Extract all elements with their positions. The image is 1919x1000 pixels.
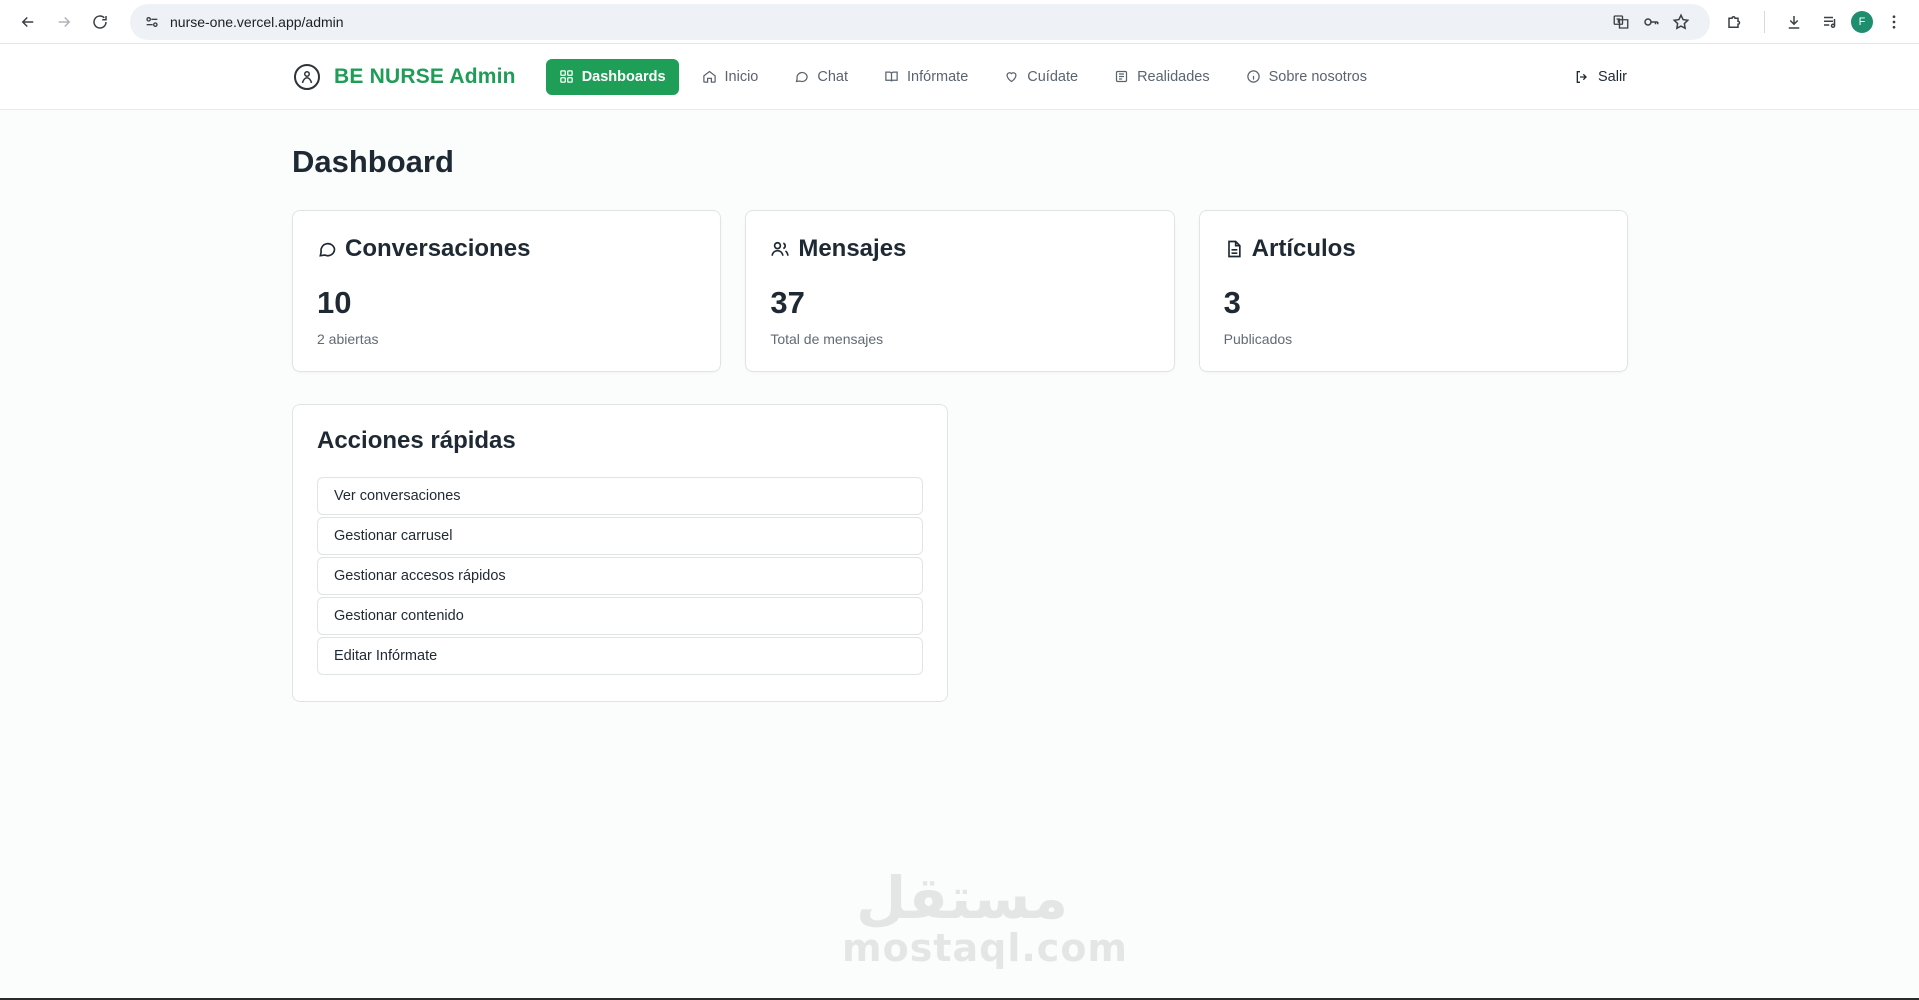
nav-item-label: Chat [817, 68, 849, 85]
newspaper-icon [1115, 70, 1128, 83]
arrow-left-icon [21, 16, 34, 27]
stat-title: Artículos [1251, 235, 1356, 262]
main-content: Dashboard Conversaciones 10 2 abiertas M… [0, 110, 1630, 702]
nav-item-dashboards[interactable]: Dashboards [545, 58, 679, 95]
chat-icon [796, 71, 809, 83]
reload-icon [93, 14, 107, 29]
stat-value: 37 [770, 285, 805, 320]
chat-icon [319, 242, 336, 257]
logout-icon [1576, 70, 1587, 83]
stat-subtitle: Publicados [1223, 331, 1293, 347]
reload-button[interactable] [82, 4, 118, 40]
browser-toolbar: nurse-one.vercel.app/admin F [0, 0, 1919, 44]
nurse-logo-icon [294, 63, 320, 90]
more-vertical-icon [1892, 14, 1896, 29]
url-text[interactable]: nurse-one.vercel.app/admin [170, 14, 344, 30]
address-bar[interactable]: nurse-one.vercel.app/admin [130, 3, 1710, 40]
nav-item-label: Inicio [724, 68, 759, 85]
stat-value: 3 [1223, 285, 1241, 320]
arrow-right-icon [58, 16, 71, 27]
app-header: BE NURSE Admin Dashboards Inicio Chat In… [0, 44, 1919, 110]
quick-action-ver-conversaciones[interactable]: Ver conversaciones [317, 477, 923, 515]
downloads-button[interactable] [1779, 7, 1809, 37]
nav-item-inicio[interactable]: Inicio [689, 59, 772, 95]
users-icon [771, 241, 790, 256]
quick-actions-card: Acciones rápidas Ver conversaciones Gest… [292, 404, 948, 702]
puzzle-icon [1728, 15, 1741, 28]
stat-card-conversaciones: Conversaciones 10 2 abiertas [292, 210, 722, 372]
back-button[interactable] [10, 4, 46, 40]
quick-actions-title: Acciones rápidas [317, 427, 516, 454]
nav-item-label: Realidades [1137, 68, 1210, 85]
nav-item-label: Dashboards [581, 68, 666, 85]
quick-action-gestionar-carrusel[interactable]: Gestionar carrusel [317, 517, 923, 555]
forward-button[interactable] [46, 4, 82, 40]
stat-title: Conversaciones [345, 235, 531, 262]
stats-row: Conversaciones 10 2 abiertas Mensajes 37… [292, 210, 1628, 372]
menu-button[interactable] [1879, 7, 1909, 37]
key-icon [1644, 17, 1659, 26]
quick-action-gestionar-contenido[interactable]: Gestionar contenido [317, 597, 923, 635]
page-title: Dashboard [292, 144, 454, 179]
playlist-icon [1824, 16, 1836, 28]
toolbar-divider [1764, 10, 1765, 33]
translate-button[interactable] [1606, 7, 1636, 37]
heart-icon [1006, 72, 1017, 83]
nav-item-sobre-nosotros[interactable]: Sobre nosotros [1233, 59, 1380, 95]
nav-item-cuidate[interactable]: Cuídate [991, 59, 1091, 95]
document-icon [1227, 240, 1241, 258]
watermark: مستقل mostaql.com [842, 864, 1129, 970]
quick-action-gestionar-accesos[interactable]: Gestionar accesos rápidos [317, 557, 923, 595]
site-settings-icon[interactable] [144, 14, 160, 30]
bookmark-button[interactable] [1666, 7, 1696, 37]
watermark-arabic: مستقل [855, 864, 1069, 932]
media-button[interactable] [1815, 7, 1845, 37]
passwords-button[interactable] [1636, 7, 1666, 37]
brand[interactable]: BE NURSE Admin [294, 63, 516, 90]
logout-button[interactable]: Salir [1574, 69, 1627, 85]
main-nav: Dashboards Inicio Chat Infórmate Cuídate… [545, 58, 1380, 95]
nav-item-label: Infórmate [907, 68, 969, 85]
stat-card-mensajes: Mensajes 37 Total de mensajes [745, 210, 1175, 372]
nav-item-informate[interactable]: Infórmate [871, 59, 981, 95]
home-icon [702, 70, 716, 83]
nav-item-label: Cuídate [1027, 68, 1079, 85]
nav-item-realidades[interactable]: Realidades [1101, 59, 1223, 95]
nav-item-chat[interactable]: Chat [781, 59, 861, 95]
profile-avatar[interactable]: F [1851, 10, 1873, 33]
stat-subtitle: Total de mensajes [770, 331, 884, 347]
stat-value: 10 [317, 285, 352, 320]
translate-icon [1613, 14, 1629, 29]
logout-label: Salir [1597, 68, 1627, 85]
info-icon [1246, 70, 1260, 83]
quick-action-editar-informate[interactable]: Editar Infórmate [317, 637, 923, 675]
grid-icon [559, 70, 573, 83]
stat-title: Mensajes [798, 235, 907, 262]
brand-name: BE NURSE Admin [334, 64, 516, 88]
download-icon [1788, 15, 1800, 29]
star-icon [1672, 13, 1690, 30]
watermark-latin: mostaql.com [842, 926, 1129, 970]
stat-card-articulos: Artículos 3 Publicados [1198, 210, 1628, 372]
stat-subtitle: 2 abiertas [317, 331, 379, 347]
extensions-button[interactable] [1720, 7, 1750, 37]
nav-item-label: Sobre nosotros [1268, 68, 1367, 85]
book-icon [885, 71, 898, 82]
